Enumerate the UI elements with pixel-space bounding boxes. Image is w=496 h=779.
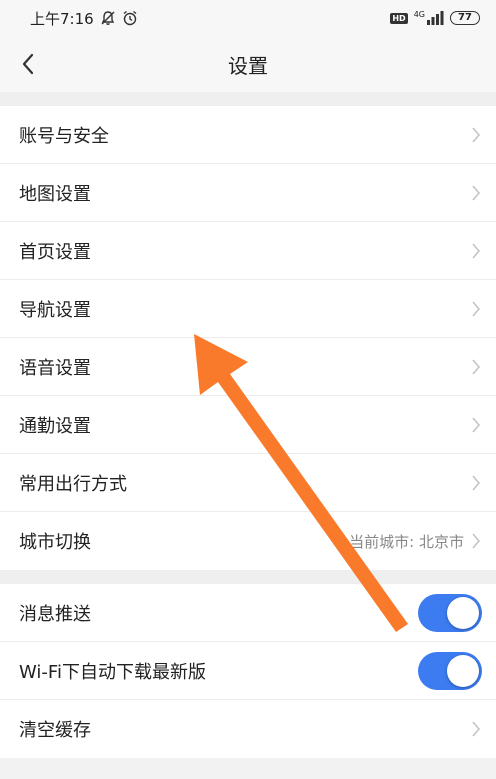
row-label: 导航设置 [19, 299, 91, 321]
row-label: Wi-Fi下自动下载最新版 [19, 661, 206, 683]
chevron-right-icon [470, 299, 482, 319]
settings-row-voice[interactable]: 语音设置 [0, 338, 496, 396]
row-label: 语音设置 [19, 357, 91, 379]
row-label: 城市切换 [19, 532, 91, 553]
chevron-right-icon [470, 473, 482, 493]
push-notifications-toggle[interactable] [418, 593, 482, 632]
nav-bar: 设置 [0, 36, 496, 92]
row-label: 地图设置 [19, 183, 91, 205]
row-label: 清空缓存 [19, 720, 91, 741]
settings-group-main: 账号与安全 地图设置 首页设置 导航设置 语音设置 通勤设置 常用出行方式 城市… [0, 106, 496, 570]
row-label: 常用出行方式 [19, 473, 127, 495]
chevron-right-icon [470, 125, 482, 145]
network-type: 4G [413, 10, 425, 19]
chevron-right-icon [470, 719, 482, 739]
settings-row-push-notifications: 消息推送 [0, 584, 496, 642]
row-label: 通勤设置 [19, 415, 91, 437]
chevron-right-icon [470, 241, 482, 261]
chevron-right-icon [470, 531, 482, 551]
chevron-right-icon [470, 183, 482, 203]
settings-row-navigation[interactable]: 导航设置 [0, 280, 496, 338]
status-bar: 上午7:16 HD 4G 77 [0, 0, 496, 36]
wifi-auto-download-toggle[interactable] [418, 651, 482, 690]
settings-screen: 上午7:16 HD 4G 77 设置 账号与安全 地图设置 首页设置 导航设置 … [0, 0, 496, 779]
settings-row-travel-mode[interactable]: 常用出行方式 [0, 454, 496, 512]
back-arrow-icon [22, 53, 34, 75]
battery-level: 77 [458, 12, 472, 23]
section-divider [0, 92, 496, 106]
settings-row-map[interactable]: 地图设置 [0, 164, 496, 222]
toggle-knob [447, 596, 479, 629]
settings-row-account-security[interactable]: 账号与安全 [0, 106, 496, 164]
settings-row-clear-cache[interactable]: 清空缓存 [0, 700, 496, 758]
settings-row-commute[interactable]: 通勤设置 [0, 396, 496, 454]
battery-icon: 77 [450, 11, 480, 25]
row-label: 账号与安全 [19, 125, 109, 147]
signal-icon: 4G [414, 11, 444, 25]
notification-off-icon [100, 10, 116, 26]
back-button[interactable] [10, 46, 46, 82]
page-title: 设置 [228, 53, 268, 78]
alarm-clock-icon [122, 10, 138, 26]
status-time: 上午7:16 [30, 9, 94, 28]
settings-group-secondary: 消息推送 Wi-Fi下自动下载最新版 清空缓存 [0, 584, 496, 758]
row-label: 消息推送 [19, 603, 91, 625]
row-label: 首页设置 [19, 241, 91, 263]
hd-voice-icon: HD [390, 12, 408, 24]
settings-row-city-switch[interactable]: 城市切换 当前城市: 北京市 [0, 512, 496, 570]
settings-row-homepage[interactable]: 首页设置 [0, 222, 496, 280]
settings-row-wifi-auto-download: Wi-Fi下自动下载最新版 [0, 642, 496, 700]
section-divider [0, 570, 496, 584]
chevron-right-icon [470, 357, 482, 377]
current-city-value: 当前城市: 北京市 [349, 532, 464, 551]
toggle-knob [447, 654, 479, 687]
chevron-right-icon [470, 415, 482, 435]
